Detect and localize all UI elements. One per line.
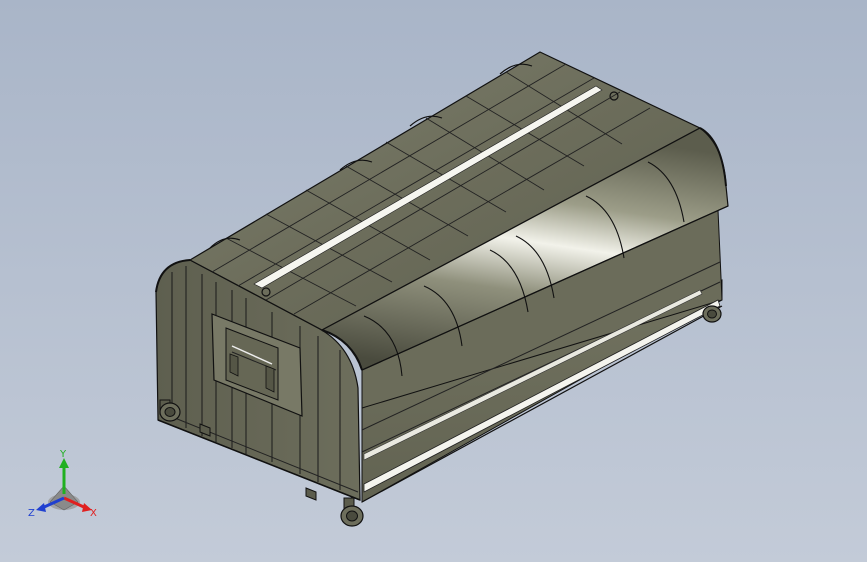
y-axis-label: Y: [59, 449, 67, 460]
caster-wheel-rear-right: [702, 305, 722, 323]
caster-wheel-front-right: [340, 497, 364, 527]
x-axis-label: X: [90, 508, 97, 519]
container-3d-model[interactable]: [0, 0, 867, 562]
graphics-viewport[interactable]: Y X Z: [0, 0, 867, 562]
axis-triad[interactable]: Y X Z: [26, 448, 102, 524]
z-axis-label: Z: [28, 508, 35, 519]
y-axis-icon: [59, 458, 69, 494]
